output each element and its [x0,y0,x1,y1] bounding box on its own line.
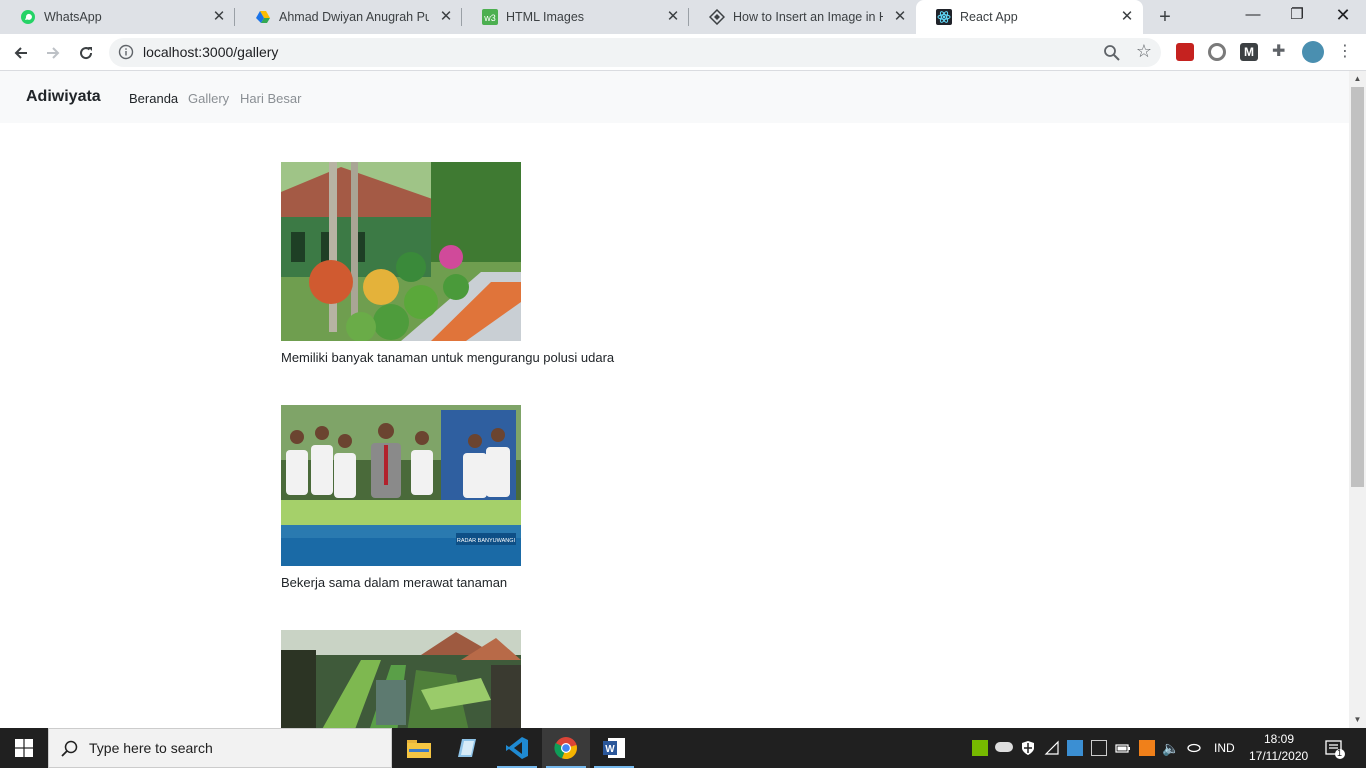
scroll-down-arrow-icon[interactable]: ▼ [1349,712,1366,728]
nav-link-gallery[interactable]: Gallery [188,91,229,106]
battery-icon[interactable] [1115,740,1131,756]
google-drive-icon [255,9,271,25]
nav-link-hari-besar[interactable]: Hari Besar [240,91,301,106]
taskbar-search-box[interactable]: Type here to search [48,728,392,768]
reload-icon [80,47,93,60]
wifi-icon[interactable] [1044,740,1060,756]
reload-button[interactable] [73,40,99,66]
clock-time[interactable]: 18:09 [1264,732,1294,746]
arrow-right-icon [47,47,60,59]
hydroponic-rooftop-image [281,630,521,728]
gallery-item: Memiliki banyak tanaman untuk mengurangu… [281,162,614,365]
language-indicator[interactable]: IND [1214,741,1235,755]
profile-avatar[interactable] [1302,41,1324,63]
close-icon[interactable]: ✕ [665,9,681,25]
menu-kebab-icon[interactable]: ⋮ [1336,43,1354,61]
tab-title: How to Insert an Image in HTML [733,10,883,24]
search-placeholder: Type here to search [89,740,213,756]
react-icon [936,9,952,25]
bookmark-star-icon[interactable]: ☆ [1136,41,1152,62]
onedrive-tray-icon[interactable] [995,742,1013,752]
close-icon[interactable]: ✕ [211,9,227,25]
tab-whatsapp[interactable]: WhatsApp ✕ [0,0,235,34]
tab-html-images[interactable]: w3 HTML Images ✕ [462,0,689,34]
page-scrollbar[interactable]: ▲ ▼ [1349,71,1366,728]
close-icon[interactable]: ✕ [892,9,908,25]
pdf-extension-icon[interactable] [1176,43,1194,61]
scroll-up-arrow-icon[interactable]: ▲ [1349,71,1366,87]
record-extension-icon[interactable] [1208,43,1226,61]
close-icon[interactable]: ✕ [438,9,454,25]
windows-logo-icon [15,739,33,757]
notepad-icon [458,739,476,757]
w3schools-icon: w3 [482,9,498,25]
word-icon: W [603,738,625,758]
browser-toolbar: localhost:3000/gallery ☆ M ✚ ⋮ [0,34,1366,71]
volume-icon[interactable]: 🔈 [1162,740,1179,756]
arrow-left-icon [14,47,27,59]
security-shield-icon[interactable] [1020,740,1036,756]
clock-date[interactable]: 17/11/2020 [1249,749,1308,763]
chrome-icon [554,737,577,760]
search-icon [61,740,78,757]
whatsapp-icon [20,9,36,25]
nvidia-tray-icon[interactable] [972,740,988,756]
tab-react-app[interactable]: React App ✕ [916,0,1143,34]
chrome-taskbar-button[interactable] [542,728,590,768]
new-tab-button[interactable]: + [1154,6,1176,28]
start-button[interactable] [0,728,48,768]
close-window-button[interactable]: ✕ [1320,0,1366,32]
url-text[interactable]: localhost:3000/gallery [143,44,278,60]
site-navbar: Adiwiyata Beranda Gallery Hari Besar [0,71,1349,123]
gallery-item: RADAR BANYUWANGI Bekerja sama dalam mera… [281,405,521,590]
gallery-item [281,630,521,728]
nav-link-beranda[interactable]: Beranda [129,91,178,106]
tab-title: Ahmad Dwiyan Anugrah Putra [279,10,429,24]
tab-title: React App [960,10,1018,24]
svg-text:w3: w3 [483,13,496,23]
image-watermark-text: RADAR BANYUWANGI [457,538,516,544]
notification-center-icon[interactable]: 1 [1325,739,1345,759]
svg-text:W: W [605,744,615,755]
folder-icon [407,740,431,758]
forward-button[interactable] [40,40,66,66]
address-bar[interactable]: localhost:3000/gallery ☆ [109,38,1161,67]
website-icon [709,9,725,25]
gallery-caption: Memiliki banyak tanaman untuk mengurangu… [281,350,615,365]
zoom-icon[interactable] [1103,44,1121,62]
restore-button[interactable]: ❐ [1274,0,1320,32]
back-button[interactable] [8,40,34,66]
browser-tab-strip: WhatsApp ✕ Ahmad Dwiyan Anugrah Putra ✕ … [0,0,1366,34]
tab-google-drive[interactable]: Ahmad Dwiyan Anugrah Putra ✕ [235,0,462,34]
info-icon[interactable] [118,44,134,60]
display-tray-icon[interactable] [1091,740,1107,756]
notes-app-taskbar-button[interactable] [443,728,491,768]
page-viewport: Adiwiyata Beranda Gallery Hari Besar Mem… [0,71,1349,728]
extensions-puzzle-icon[interactable]: ✚ [1272,43,1290,61]
vscode-taskbar-button[interactable] [493,728,541,768]
tab-title: WhatsApp [44,10,102,24]
students-hydroponics-image: RADAR BANYUWANGI [281,405,521,566]
tab-how-to-insert-image[interactable]: How to Insert an Image in HTML ✕ [689,0,916,34]
mendeley-extension-icon[interactable]: M [1240,43,1258,61]
minimize-button[interactable]: — [1230,0,1276,32]
windows-taskbar: Type here to search W 🔈 IND 18:09 17/11/… [0,728,1366,768]
notification-badge: 1 [1337,748,1343,758]
school-garden-image [281,162,521,341]
sublime-tray-icon[interactable] [1139,740,1155,756]
network-app-tray-icon[interactable] [1067,740,1083,756]
scrollbar-thumb[interactable] [1351,87,1364,487]
vscode-icon [506,737,528,759]
tab-title: HTML Images [506,10,585,24]
link-tray-icon[interactable] [1186,740,1202,756]
navbar-brand[interactable]: Adiwiyata [26,88,101,106]
word-taskbar-button[interactable]: W [590,728,638,768]
file-explorer-taskbar-button[interactable] [395,728,443,768]
gallery-caption: Bekerja sama dalam merawat tanaman [281,575,508,590]
close-icon[interactable]: ✕ [1119,9,1135,25]
